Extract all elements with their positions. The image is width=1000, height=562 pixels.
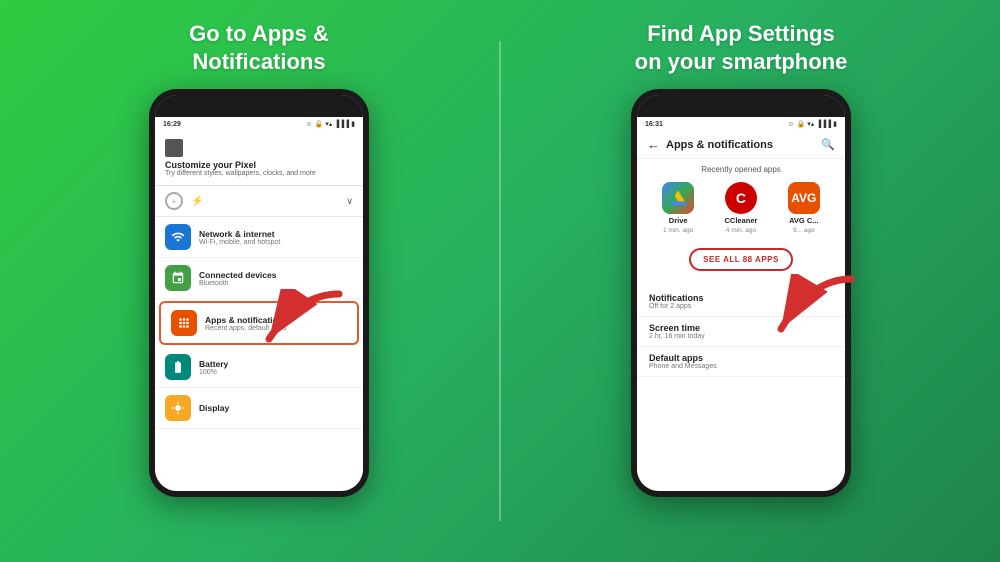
right-phone-inner: 16:31 ☺ 🔒 ▾▴ ▐▐▐ ▮ ← xyxy=(637,95,845,491)
display-label: Display xyxy=(199,403,353,413)
display-icon xyxy=(165,395,191,421)
avg-app-time: 9... ago xyxy=(793,227,815,234)
settings-item-connected[interactable]: Connected devices Bluetooth xyxy=(155,258,363,299)
ccleaner-app-time: 4 min. ago xyxy=(726,227,756,234)
right-signal-icon: ▐▐▐ xyxy=(816,121,831,128)
settings-header: Customize your Pixel Try different style… xyxy=(155,131,363,186)
left-battery-icon: ▮ xyxy=(351,120,355,128)
see-all-container: SEE ALL 88 APPS xyxy=(637,244,845,279)
settings-item-display[interactable]: Display xyxy=(155,388,363,429)
left-notch xyxy=(155,95,363,117)
right-battery-icon: ▮ xyxy=(833,120,837,128)
battery-icon xyxy=(165,354,191,380)
left-phone-inner: 16:29 ☺ 🔒 ▾▴ ▐▐▐ ▮ xyxy=(155,95,363,491)
app-icons-row: Drive 1 min. ago C CCleaner 4 min. ago xyxy=(637,178,845,240)
notifications-label: Notifications xyxy=(649,293,833,303)
app-item-avg: AVG AVG C... 9... ago xyxy=(788,182,820,234)
default-apps-label: Default apps xyxy=(649,353,833,363)
battery-sublabel: 100% xyxy=(199,369,353,376)
left-panel-title: Go to Apps &Notifications xyxy=(189,20,329,75)
apps-icon xyxy=(171,310,197,336)
toggle-circle-icon: + xyxy=(165,192,183,210)
left-status-icons: ☺ 🔒 ▾▴ ▐▐▐ ▮ xyxy=(305,120,355,128)
recently-opened-label: Recently opened apps xyxy=(637,159,845,178)
connected-sublabel: Bluetooth xyxy=(199,280,353,287)
app-screen-title: Apps & notifications xyxy=(666,139,815,151)
left-status-time: 16:29 xyxy=(163,121,181,128)
app-item-ccleaner: C CCleaner 4 min. ago xyxy=(725,182,758,234)
notifications-sublabel: Off for 2 apps xyxy=(649,303,833,310)
left-phone-wrapper: 16:29 ☺ 🔒 ▾▴ ▐▐▐ ▮ xyxy=(149,89,369,497)
network-text: Network & internet Wi-Fi, mobile, and ho… xyxy=(199,229,353,246)
network-sublabel: Wi-Fi, mobile, and hotspot xyxy=(199,239,353,246)
drive-app-name: Drive xyxy=(669,216,688,225)
network-icon xyxy=(165,224,191,250)
right-status-icons: ☺ 🔒 ▾▴ ▐▐▐ ▮ xyxy=(787,120,837,128)
left-screen: Customize your Pixel Try different style… xyxy=(155,131,363,491)
apps-sublabel: Recent apps, default apps xyxy=(205,325,347,332)
avg-app-icon: AVG xyxy=(788,182,820,214)
battery-text: Battery 100% xyxy=(199,359,353,376)
notifications-row[interactable]: Notifications Off for 2 apps xyxy=(637,287,845,317)
screen-time-row[interactable]: Screen time 2 hr, 16 min today xyxy=(637,317,845,347)
right-notch-cutout xyxy=(732,97,750,115)
left-panel: Go to Apps &Notifications xyxy=(44,20,474,497)
left-status-bar: 16:29 ☺ 🔒 ▾▴ ▐▐▐ ▮ xyxy=(155,117,363,131)
avg-app-name: AVG C... xyxy=(789,216,818,225)
panel-divider xyxy=(499,41,501,521)
left-wifi-icon: ▾▴ xyxy=(325,120,332,128)
screen-time-label: Screen time xyxy=(649,323,833,333)
default-apps-row[interactable]: Default apps Phone and Messages xyxy=(637,347,845,377)
right-panel: Find App Settingson your smartphone xyxy=(526,20,956,497)
pixel-logo-icon xyxy=(165,139,183,157)
ccleaner-app-icon: C xyxy=(725,182,757,214)
right-status-bar: 16:31 ☺ 🔒 ▾▴ ▐▐▐ ▮ xyxy=(637,117,845,131)
apps-label: Apps & notifications xyxy=(205,315,347,325)
right-screen: ← Apps & notifications 🔍 Recently opened… xyxy=(637,131,845,491)
drive-app-icon xyxy=(662,182,694,214)
toggle-row: + ⚡ ∨ xyxy=(155,186,363,217)
default-apps-sublabel: Phone and Messages xyxy=(649,363,833,370)
connected-icon xyxy=(165,265,191,291)
left-notch-cutout xyxy=(250,97,268,115)
right-notch xyxy=(637,95,845,117)
apps-text: Apps & notifications Recent apps, defaul… xyxy=(205,315,347,332)
left-phone: 16:29 ☺ 🔒 ▾▴ ▐▐▐ ▮ xyxy=(149,89,369,497)
screen-time-sublabel: 2 hr, 16 min today xyxy=(649,333,833,340)
connected-text: Connected devices Bluetooth xyxy=(199,270,353,287)
back-arrow-icon[interactable]: ← xyxy=(647,137,660,152)
left-signal-icon: ▐▐▐ xyxy=(334,121,349,128)
right-phone-wrapper: 16:31 ☺ 🔒 ▾▴ ▐▐▐ ▮ ← xyxy=(631,89,851,497)
battery-label: Battery xyxy=(199,359,353,369)
right-status-icon2: 🔒 xyxy=(797,120,806,128)
ccleaner-app-name: CCleaner xyxy=(725,216,758,225)
left-status-icon1: ☺ xyxy=(305,121,312,128)
connected-label: Connected devices xyxy=(199,270,353,280)
right-phone: 16:31 ☺ 🔒 ▾▴ ▐▐▐ ▮ ← xyxy=(631,89,851,497)
toggle-chevron-icon: ∨ xyxy=(346,196,353,207)
settings-item-battery[interactable]: Battery 100% xyxy=(155,347,363,388)
left-status-icon2: 🔒 xyxy=(315,120,324,128)
right-status-icon1: ☺ xyxy=(787,121,794,128)
main-layout: Go to Apps &Notifications xyxy=(0,0,1000,562)
right-panel-title: Find App Settingson your smartphone xyxy=(635,20,848,75)
display-text: Display xyxy=(199,403,353,413)
right-status-time: 16:31 xyxy=(645,121,663,128)
drive-app-time: 1 min. ago xyxy=(663,227,693,234)
app-notifications-header: ← Apps & notifications 🔍 xyxy=(637,131,845,159)
customize-title: Customize your Pixel xyxy=(165,160,353,170)
app-item-drive: Drive 1 min. ago xyxy=(662,182,694,234)
settings-item-network[interactable]: Network & internet Wi-Fi, mobile, and ho… xyxy=(155,217,363,258)
customize-subtitle: Try different styles, wallpapers, clocks… xyxy=(165,170,353,177)
settings-item-apps[interactable]: Apps & notifications Recent apps, defaul… xyxy=(159,301,359,345)
toggle-slash-icon: ⚡ xyxy=(191,196,203,207)
search-button[interactable]: 🔍 xyxy=(821,138,835,151)
network-label: Network & internet xyxy=(199,229,353,239)
right-wifi-icon: ▾▴ xyxy=(807,120,814,128)
see-all-apps-button[interactable]: SEE ALL 88 APPS xyxy=(689,248,793,271)
